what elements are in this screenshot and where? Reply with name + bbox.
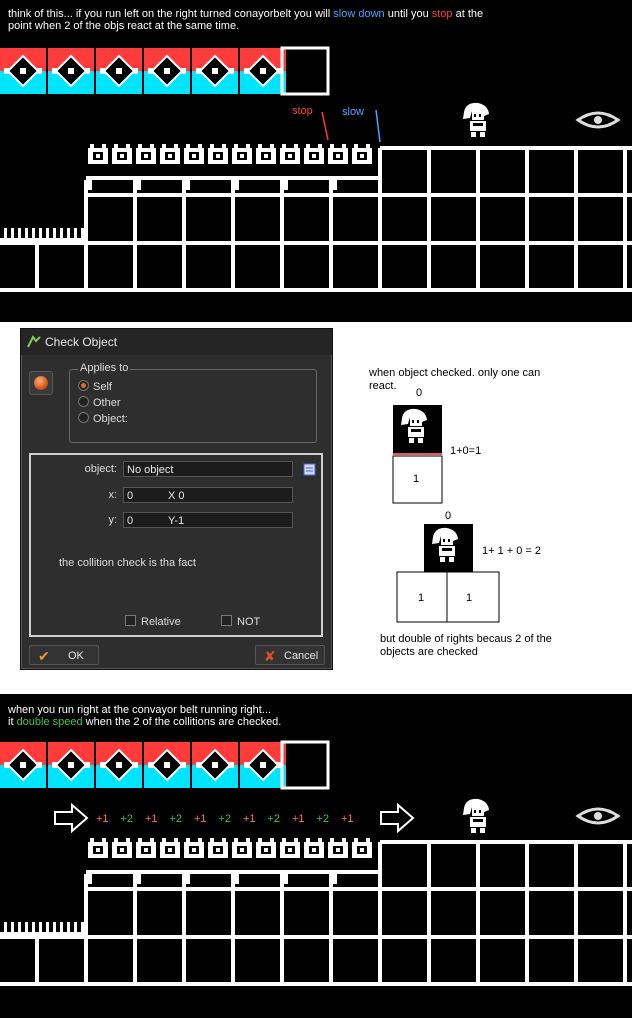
belt-block [96, 742, 142, 788]
speed-counter: +1 [194, 813, 207, 825]
explain-bottom1: but double of rights becaus 2 of the [380, 633, 552, 645]
slow-label: slow [342, 106, 364, 118]
eye-icon [575, 807, 621, 825]
belt-block [240, 48, 286, 94]
empty-block [280, 740, 330, 790]
speed-counter: +2 [317, 813, 330, 825]
stop-label: stop [292, 105, 313, 117]
explanation-panel: Check Object Applies to Self Other Objec… [0, 322, 632, 694]
explain-bottom2: objects are checked [380, 646, 478, 658]
belt-blocks-row [0, 48, 286, 94]
belt-block [240, 742, 286, 788]
belt-block [144, 742, 190, 788]
speed-counter: +1 [243, 813, 256, 825]
player-sprite [463, 798, 489, 833]
belt-rail [86, 176, 380, 180]
speed-counter: +2 [268, 813, 281, 825]
player-sprite [463, 102, 489, 137]
speed-counter: +2 [121, 813, 134, 825]
speed-counter: +1 [292, 813, 305, 825]
arrow-right-icon [54, 802, 89, 834]
belt-block [0, 48, 46, 94]
game-scene-2: +1 +2 +1 +2 +1 +2 +1 +2 +1 +2 +1 [0, 740, 632, 986]
speed-counters: +1 +2 +1 +2 +1 +2 +1 +2 +1 +2 +1 [96, 813, 354, 825]
double-box-left-value: 1 [418, 592, 425, 604]
eye-icon [575, 111, 621, 129]
belt-block [192, 742, 238, 788]
arrow-right-icon [380, 802, 415, 834]
belt-block [144, 48, 190, 94]
single-box-value: 1 [413, 473, 420, 485]
belt-block [48, 742, 94, 788]
speed-counter: +2 [219, 813, 232, 825]
single-equation: 1+0=1 [450, 445, 482, 457]
game-scene-1: stop slow [0, 46, 632, 292]
belt-block [0, 742, 46, 788]
belt-block [48, 48, 94, 94]
box-double-right [446, 571, 500, 623]
slow-marker [375, 109, 381, 143]
speed-counter: +1 [96, 813, 109, 825]
belt-blocks-row [0, 742, 286, 788]
speed-counter: +1 [341, 813, 354, 825]
speed-counter: +1 [145, 813, 158, 825]
double-box-right-value: 1 [466, 592, 473, 604]
double-count: 0 [445, 510, 452, 522]
belt-block [96, 48, 142, 94]
speed-counter: +2 [170, 813, 183, 825]
belt-rail [86, 870, 380, 874]
double-equation: 1+ 1 + 0 = 2 [482, 545, 542, 557]
scene-panel-top: think of this... if you run left on the … [0, 0, 632, 322]
stop-marker [321, 111, 329, 141]
floor-grid [0, 146, 632, 292]
floor-grid [0, 840, 632, 986]
empty-block [280, 46, 330, 96]
scene-panel-bottom: when you run right at the convayor belt … [0, 694, 632, 1018]
belt-block [192, 48, 238, 94]
